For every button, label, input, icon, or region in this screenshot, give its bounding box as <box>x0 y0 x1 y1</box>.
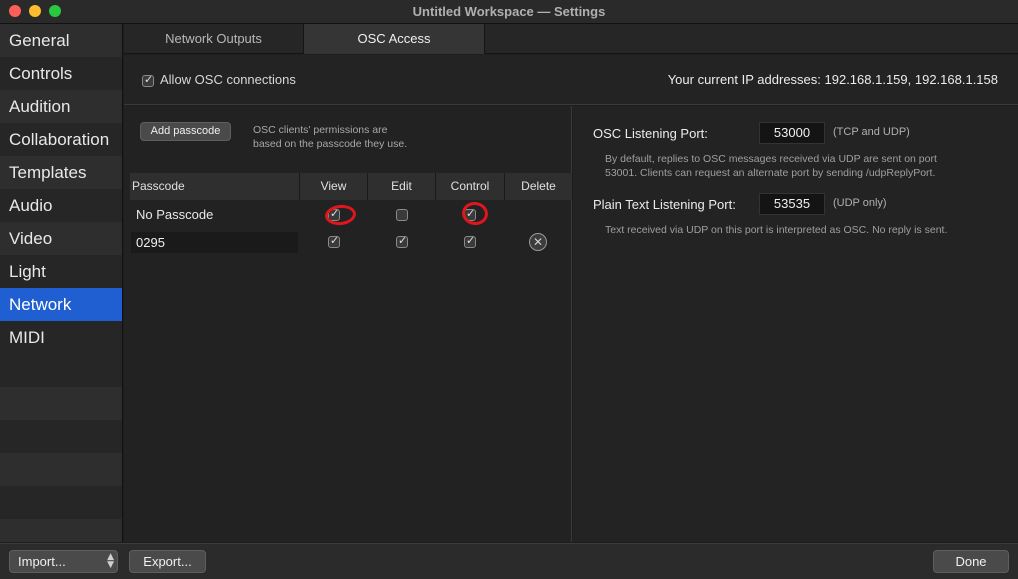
plain-text-port-label: Plain Text Listening Port: <box>593 197 736 212</box>
bottom-bar: Import... ▲ ▼ Export... Done <box>0 543 1018 579</box>
column-header-passcode[interactable]: Passcode <box>130 173 300 200</box>
osc-port-note-line: 53001. Clients can request an alternate … <box>605 167 936 179</box>
column-header-delete[interactable]: Delete <box>505 173 572 200</box>
sidebar-empty-row <box>0 453 122 486</box>
plain-text-port-protocol: (UDP only) <box>833 197 887 209</box>
tab-osc-access[interactable]: OSC Access <box>304 24 485 54</box>
osc-port-note: By default, replies to OSC messages rece… <box>605 152 1005 180</box>
column-header-control[interactable]: Control <box>436 173 505 200</box>
sidebar-empty-row <box>0 486 122 519</box>
osc-header-row: Allow OSC connections Your current IP ad… <box>124 55 1018 105</box>
allow-osc-checkbox[interactable] <box>142 73 154 87</box>
control-checkbox[interactable] <box>464 234 476 248</box>
sidebar-item-templates[interactable]: Templates <box>0 156 122 189</box>
passcode-table-header: Passcode View Edit Control Delete <box>130 173 572 200</box>
sidebar-empty-row <box>0 420 122 453</box>
permissions-note-line: OSC clients' permissions are <box>253 124 388 136</box>
tab-bar: Network Outputs OSC Access <box>124 24 1018 54</box>
import-label: Import... <box>18 554 66 569</box>
column-header-edit[interactable]: Edit <box>368 173 436 200</box>
sidebar-empty-row <box>0 387 122 420</box>
allow-osc-option[interactable]: Allow OSC connections <box>142 72 296 87</box>
tab-network-outputs[interactable]: Network Outputs <box>124 24 304 54</box>
sidebar-item-audition[interactable]: Audition <box>0 90 122 123</box>
sidebar-item-light[interactable]: Light <box>0 255 122 288</box>
ip-addresses-text: Your current IP addresses: 192.168.1.159… <box>667 72 998 87</box>
export-button[interactable]: Export... <box>129 550 206 573</box>
permissions-note: OSC clients' permissions are based on th… <box>253 123 453 151</box>
red-annotation-circle <box>460 200 490 227</box>
red-annotation-circle <box>324 203 357 227</box>
passcode-pane: Add passcode OSC clients' permissions ar… <box>124 106 572 542</box>
edit-checkbox[interactable] <box>396 234 408 248</box>
osc-port-field[interactable]: 53000 <box>759 122 825 144</box>
osc-port-note-line: By default, replies to OSC messages rece… <box>605 153 937 165</box>
plain-text-port-note: Text received via UDP on this port is in… <box>605 224 948 236</box>
view-checkbox[interactable] <box>328 234 340 248</box>
window-title: Untitled Workspace — Settings <box>412 4 606 19</box>
sidebar-item-general[interactable]: General <box>0 24 122 57</box>
sidebar-item-video[interactable]: Video <box>0 222 122 255</box>
sidebar-item-controls[interactable]: Controls <box>0 57 122 90</box>
add-passcode-button[interactable]: Add passcode <box>140 122 231 141</box>
sidebar-empty-row <box>0 354 122 387</box>
table-row: No Passcode <box>130 200 572 228</box>
import-button[interactable]: Import... ▲ ▼ <box>9 550 118 573</box>
osc-port-protocol: (TCP and UDP) <box>833 126 910 138</box>
edit-checkbox[interactable] <box>396 209 408 221</box>
sidebar-item-audio[interactable]: Audio <box>0 189 122 222</box>
permissions-note-line: based on the passcode they use. <box>253 138 408 150</box>
ports-pane: OSC Listening Port: 53000 (TCP and UDP) … <box>573 106 1018 542</box>
table-row: 0295 ✕ <box>130 229 572 255</box>
passcode-field[interactable]: 0295 <box>131 232 298 253</box>
plain-text-port-field[interactable]: 53535 <box>759 193 825 215</box>
settings-sidebar: General Controls Audition Collaboration … <box>0 24 123 542</box>
allow-osc-label: Allow OSC connections <box>160 72 296 87</box>
title-bar: Untitled Workspace — Settings <box>0 0 1018 24</box>
column-header-view[interactable]: View <box>300 173 368 200</box>
sidebar-item-midi[interactable]: MIDI <box>0 321 122 354</box>
chevron-updown-icon: ▲ ▼ <box>107 552 114 570</box>
delete-icon[interactable]: ✕ <box>529 233 547 251</box>
done-button[interactable]: Done <box>933 550 1009 573</box>
passcode-name: No Passcode <box>136 207 214 222</box>
osc-port-label: OSC Listening Port: <box>593 126 708 141</box>
sidebar-item-network[interactable]: Network <box>0 288 122 321</box>
sidebar-empty-row <box>0 519 122 542</box>
sidebar-item-collaboration[interactable]: Collaboration <box>0 123 122 156</box>
